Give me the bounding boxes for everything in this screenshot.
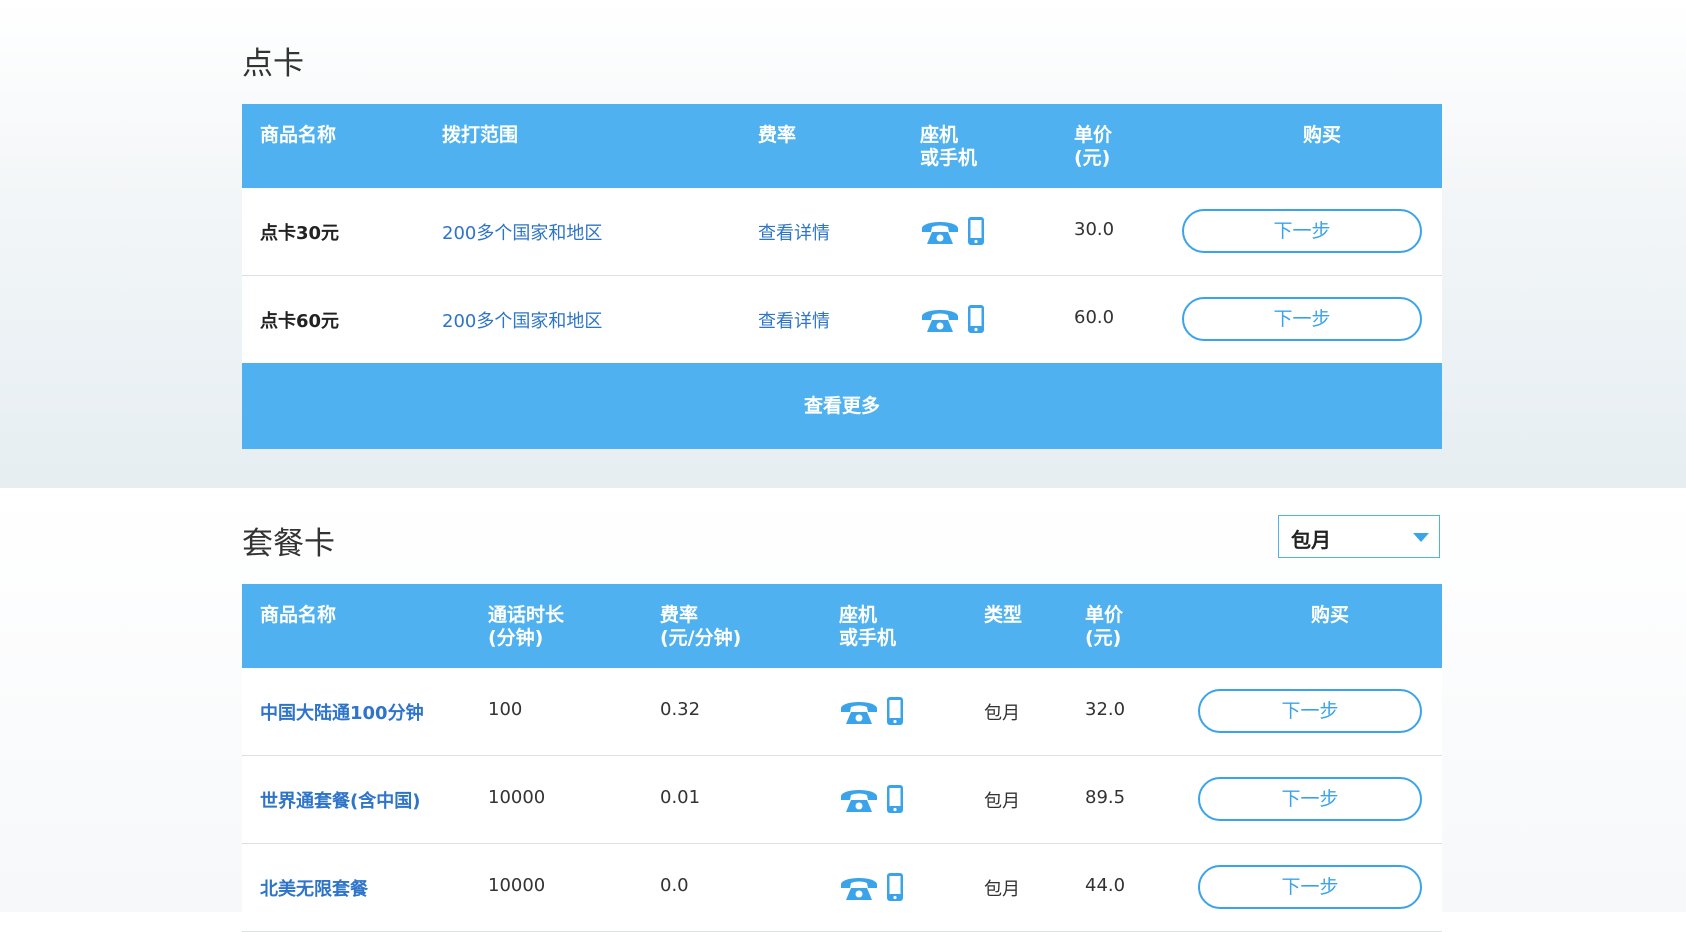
header-device: 座机 或手机 xyxy=(839,604,896,650)
table-header: 商品名称 通话时长 (分钟) 费率 (元/分钟) 座机 或手机 类型 单价 (元… xyxy=(242,584,1442,668)
pay-card-title: 点卡 xyxy=(242,46,304,82)
header-price-line1: 单价 xyxy=(1074,124,1113,146)
table-row: 点卡30元 200多个国家和地区 查看详情 30.0 下一步 xyxy=(242,188,1442,276)
header-price-line1: 单价 xyxy=(1085,604,1124,626)
range-link[interactable]: 200多个国家和地区 xyxy=(442,307,602,333)
header-range: 拨打范围 xyxy=(442,124,519,146)
product-name-link[interactable]: 北美无限套餐 xyxy=(260,875,368,901)
table-row: 点卡60元 200多个国家和地区 查看详情 60.0 下一步 xyxy=(242,276,1442,363)
package-type-select[interactable]: 包月 xyxy=(1278,515,1440,558)
rate-details-link[interactable]: 查看详情 xyxy=(758,219,830,245)
range-link[interactable]: 200多个国家和地区 xyxy=(442,219,602,245)
table-header: 商品名称 拨打范围 费率 座机 或手机 单价 (元) 购买 xyxy=(242,104,1442,188)
product-name: 点卡60元 xyxy=(260,311,340,332)
unit-price: 30.0 xyxy=(1074,219,1115,240)
header-type: 类型 xyxy=(984,604,1023,626)
mobile-phone-icon xyxy=(966,303,986,335)
header-device: 座机 或手机 xyxy=(920,124,977,170)
device-icons xyxy=(920,303,986,335)
package-card-title: 套餐卡 xyxy=(242,526,335,562)
view-more-button[interactable]: 查看更多 xyxy=(242,363,1442,449)
header-buy: 购买 xyxy=(1310,604,1349,626)
mobile-phone-icon xyxy=(885,783,905,815)
unit-price: 89.5 xyxy=(1085,787,1126,808)
header-rate: 费率 (元/分钟) xyxy=(660,604,741,650)
table-row: 北美无限套餐 10000 0.0 包月 44.0 下一步 xyxy=(242,844,1442,932)
rate-value: 0.0 xyxy=(660,875,689,896)
header-device-line2: 或手机 xyxy=(839,627,897,649)
landline-phone-icon xyxy=(839,785,879,815)
product-name-link[interactable]: 中国大陆通100分钟 xyxy=(260,699,424,725)
select-value: 包月 xyxy=(1291,528,1331,552)
pay-card-section: 点卡 商品名称 拨打范围 费率 座机 或手机 单价 (元) 购买 点卡30元 2… xyxy=(0,0,1686,488)
device-icons xyxy=(839,871,905,903)
product-name-link[interactable]: 世界通套餐(含中国) xyxy=(260,787,420,813)
call-duration: 10000 xyxy=(488,787,546,808)
next-step-button[interactable]: 下一步 xyxy=(1198,689,1422,733)
package-type: 包月 xyxy=(984,791,1020,812)
unit-price: 60.0 xyxy=(1074,307,1115,328)
next-step-button[interactable]: 下一步 xyxy=(1182,209,1422,253)
header-duration: 通话时长 (分钟) xyxy=(488,604,564,650)
header-duration-line1: 通话时长 xyxy=(488,604,565,626)
header-device-line1: 座机 xyxy=(920,124,959,146)
header-price-line2: (元) xyxy=(1085,627,1122,649)
product-name: 点卡30元 xyxy=(260,223,340,244)
mobile-phone-icon xyxy=(885,695,905,727)
header-name: 商品名称 xyxy=(260,124,337,146)
header-price: 单价 (元) xyxy=(1085,604,1123,650)
landline-phone-icon xyxy=(920,217,960,247)
package-type: 包月 xyxy=(984,879,1020,900)
header-rate-line2: (元/分钟) xyxy=(660,627,742,649)
header-duration-line2: (分钟) xyxy=(488,627,544,649)
mobile-phone-icon xyxy=(966,215,986,247)
table-row: 世界通套餐(含中国) 10000 0.01 包月 89.5 下一步 xyxy=(242,756,1442,844)
call-duration: 100 xyxy=(488,699,523,720)
next-step-button[interactable]: 下一步 xyxy=(1198,777,1422,821)
device-icons xyxy=(839,783,905,815)
next-step-button[interactable]: 下一步 xyxy=(1198,865,1422,909)
rate-details-link[interactable]: 查看详情 xyxy=(758,307,830,333)
landline-phone-icon xyxy=(839,873,879,903)
next-step-button[interactable]: 下一步 xyxy=(1182,297,1422,341)
pay-card-table: 商品名称 拨打范围 费率 座机 或手机 单价 (元) 购买 点卡30元 200多… xyxy=(242,104,1442,449)
call-duration: 10000 xyxy=(488,875,546,896)
header-price-line2: (元) xyxy=(1074,147,1111,169)
mobile-phone-icon xyxy=(885,871,905,903)
header-rate: 费率 xyxy=(758,124,797,146)
chevron-down-icon xyxy=(1413,533,1429,542)
package-type: 包月 xyxy=(984,703,1020,724)
header-buy: 购买 xyxy=(1302,124,1341,146)
package-card-table: 商品名称 通话时长 (分钟) 费率 (元/分钟) 座机 或手机 类型 单价 (元… xyxy=(242,584,1442,932)
table-row: 中国大陆通100分钟 100 0.32 包月 32.0 下一步 xyxy=(242,668,1442,756)
header-rate-line1: 费率 xyxy=(660,604,699,626)
header-device-line1: 座机 xyxy=(839,604,878,626)
header-price: 单价 (元) xyxy=(1074,124,1112,170)
unit-price: 44.0 xyxy=(1085,875,1126,896)
rate-value: 0.32 xyxy=(660,699,701,720)
device-icons xyxy=(839,695,905,727)
device-icons xyxy=(920,215,986,247)
header-name: 商品名称 xyxy=(260,604,337,626)
header-device-line2: 或手机 xyxy=(920,147,978,169)
unit-price: 32.0 xyxy=(1085,699,1126,720)
landline-phone-icon xyxy=(839,697,879,727)
rate-value: 0.01 xyxy=(660,787,701,808)
landline-phone-icon xyxy=(920,305,960,335)
